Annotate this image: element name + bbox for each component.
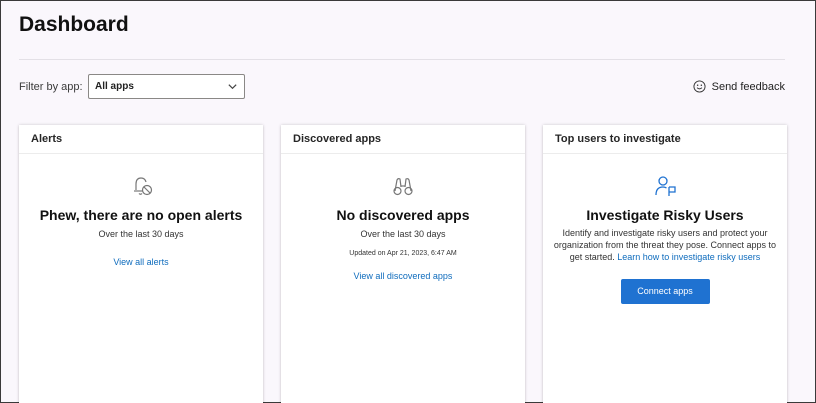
binoculars-icon [393,178,413,196]
learn-investigate-link[interactable]: Learn how to investigate risky users [617,252,760,262]
send-feedback-button[interactable]: Send feedback [693,80,785,93]
risky-users-description: Identify and investigate risky users and… [553,227,777,263]
discovered-apps-updated: Updated on Apr 21, 2023, 6:47 AM [349,250,457,257]
view-all-alerts-link[interactable]: View all alerts [113,257,168,267]
app-filter-dropdown[interactable]: All apps [88,74,245,99]
discovered-apps-heading: No discovered apps [336,207,470,223]
connect-apps-button[interactable]: Connect apps [620,279,710,304]
send-feedback-label: Send feedback [711,80,785,93]
discovered-apps-card: Discovered apps No discovered apps Over … [281,125,525,403]
chevron-down-icon [228,84,237,90]
alerts-heading: Phew, there are no open alerts [39,207,243,223]
view-all-discovered-apps-link[interactable]: View all discovered apps [354,271,453,281]
page-title: Dashboard [19,13,129,36]
app-filter-value: All apps [95,81,134,92]
risky-users-heading: Investigate Risky Users [586,207,744,223]
alerts-card: Alerts Phew, there are no open alerts Ov… [19,125,263,403]
header-divider [19,59,785,60]
top-users-card-header: Top users to investigate [543,125,787,154]
discovered-apps-card-header: Discovered apps [281,125,525,154]
discovered-apps-subtitle: Over the last 30 days [360,229,446,239]
top-users-card: Top users to investigate Investigate Ris… [543,125,787,403]
alerts-card-header: Alerts [19,125,263,154]
user-flag-icon [655,176,676,196]
bell-off-icon [134,177,153,196]
smiley-icon [693,80,706,93]
filter-label: Filter by app: [19,81,83,93]
alerts-subtitle: Over the last 30 days [98,229,184,239]
